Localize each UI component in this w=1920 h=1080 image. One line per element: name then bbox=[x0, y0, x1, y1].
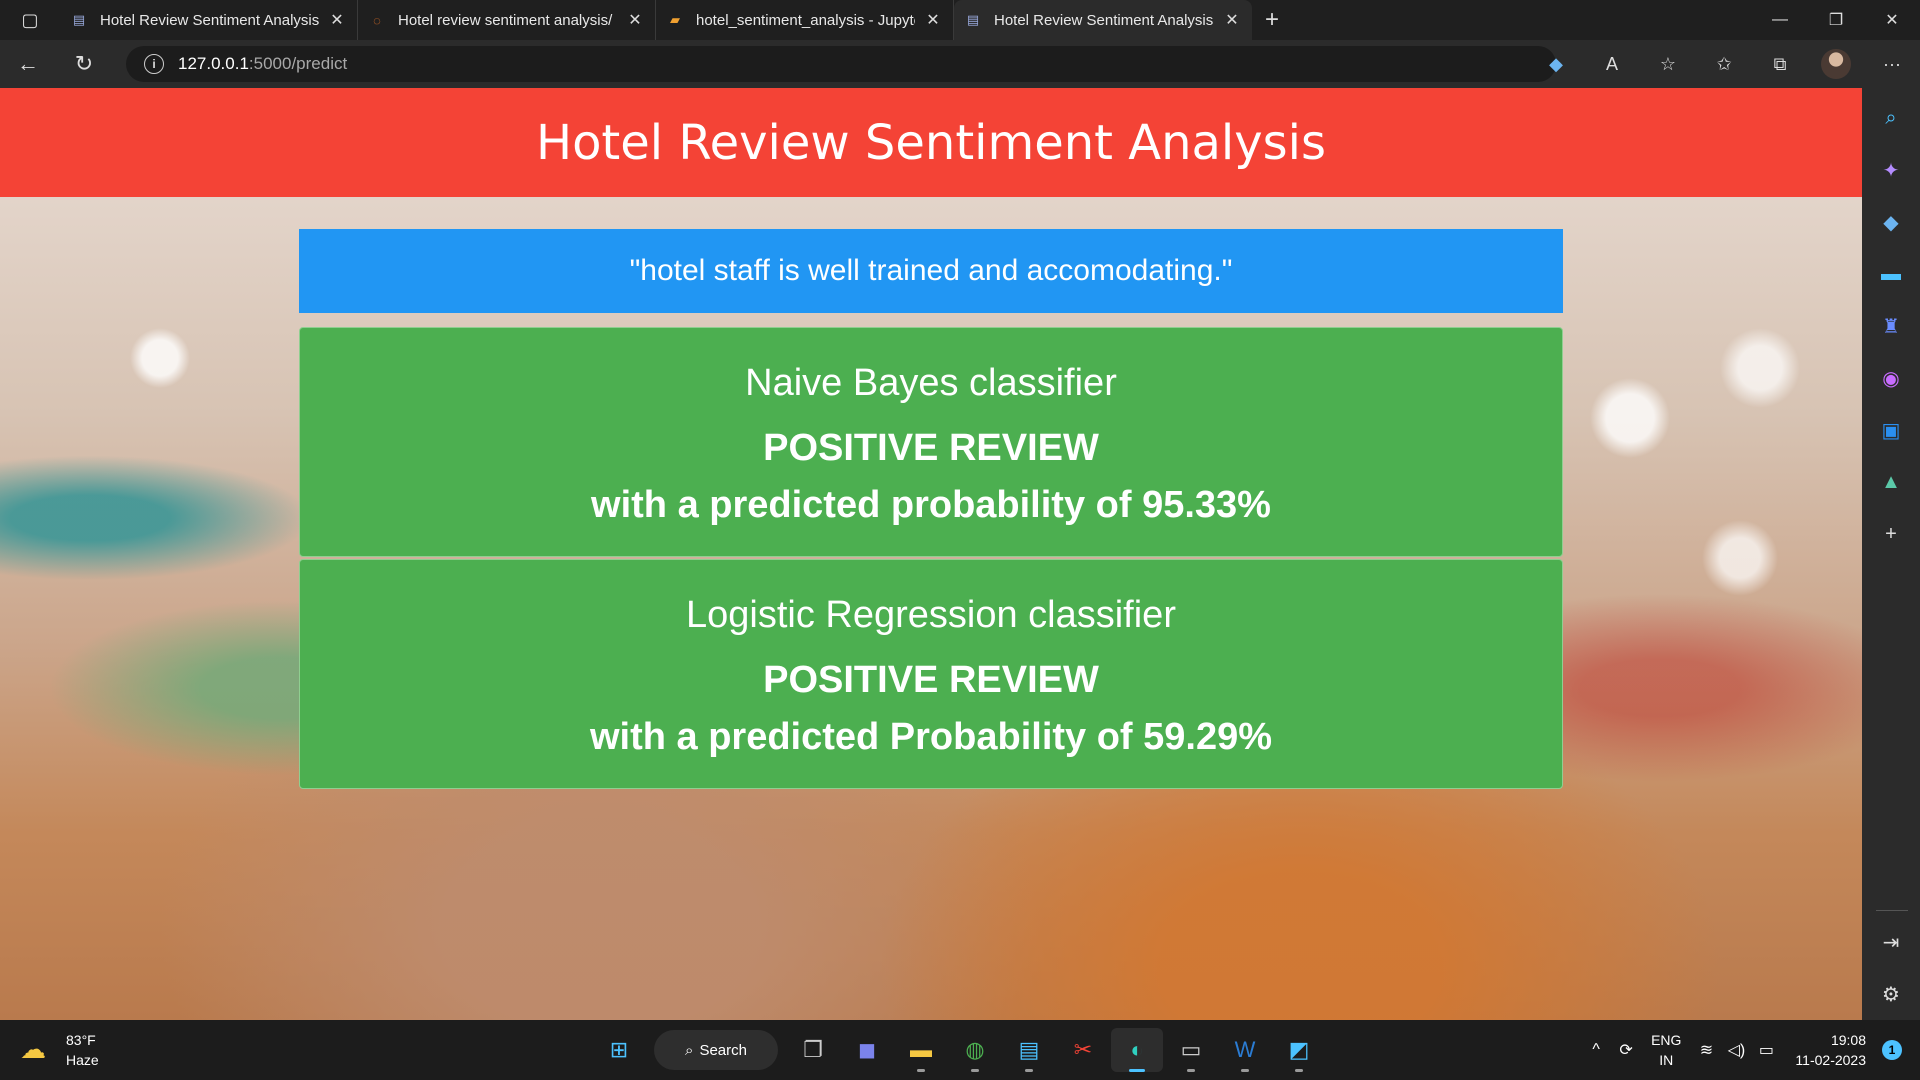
app-icon: ▤ bbox=[966, 12, 980, 27]
jupyter-icon: ◌ bbox=[373, 12, 381, 28]
terminal-icon[interactable]: ▭ bbox=[1165, 1028, 1217, 1072]
sidebar-divider bbox=[1876, 910, 1908, 911]
shopping-tag-icon[interactable]: ◆ bbox=[1528, 40, 1584, 88]
tab-1[interactable]: ▤ Hotel Review Sentiment Analysis ✕ bbox=[60, 0, 358, 40]
weather-condition: Haze bbox=[66, 1052, 99, 1068]
logistic-regression-result-card: Logistic Regression classifier POSITIVE … bbox=[299, 559, 1563, 789]
lang-line-1: ENG bbox=[1651, 1032, 1682, 1048]
review-text: "hotel staff is well trained and accomod… bbox=[299, 229, 1563, 313]
browser-toolbar: ◆ A ☆ ✩ ⧉ ··· bbox=[1528, 40, 1920, 88]
url-path: :5000/predict bbox=[248, 54, 348, 73]
taskbar-apps: ⊞ ⌕ Search ❐ ◼ ▬ ◍ ▤ ✂ ◐ ▭ W ◩ bbox=[592, 1028, 1326, 1072]
sentiment-verdict: POSITIVE REVIEW bbox=[763, 427, 1099, 469]
more-icon[interactable]: ··· bbox=[1864, 40, 1920, 88]
tab-label: hotel_sentiment_analysis - Jupyte bbox=[696, 11, 915, 29]
probability-text: with a predicted probability of 95.33% bbox=[591, 484, 1271, 526]
windows-taskbar: ☁ 83°F Haze ⊞ ⌕ Search ❐ ◼ ▬ ◍ ▤ ✂ ◐ ▭ W … bbox=[0, 1020, 1920, 1080]
read-aloud-icon[interactable]: A bbox=[1584, 40, 1640, 88]
search-icon[interactable]: ⌕ bbox=[1862, 92, 1920, 144]
notification-badge[interactable]: 1 bbox=[1882, 1040, 1902, 1060]
page-viewport: Hotel Review Sentiment Analysis "hotel s… bbox=[0, 88, 1862, 1020]
teams-chat-icon[interactable]: ◼ bbox=[841, 1028, 893, 1072]
info-icon[interactable]: i bbox=[144, 54, 164, 74]
restore-icon[interactable]: ❐ bbox=[1808, 0, 1864, 40]
chrome-icon[interactable]: ◍ bbox=[949, 1028, 1001, 1072]
favorites-icon[interactable]: ✩ bbox=[1696, 40, 1752, 88]
search-icon: ⌕ bbox=[685, 1041, 694, 1059]
outlook-icon[interactable]: ▣ bbox=[1862, 404, 1920, 456]
notepad-icon[interactable]: ▤ bbox=[1003, 1028, 1055, 1072]
taskbar-search-button[interactable]: ⌕ Search bbox=[654, 1030, 778, 1070]
new-tab-icon[interactable]: + bbox=[1252, 0, 1292, 40]
add-favorite-icon[interactable]: ☆ bbox=[1640, 40, 1696, 88]
snipping-tool-icon[interactable]: ✂ bbox=[1057, 1028, 1109, 1072]
page-title: Hotel Review Sentiment Analysis bbox=[0, 88, 1862, 197]
language-indicator[interactable]: ENG IN bbox=[1651, 1030, 1681, 1070]
profile-avatar[interactable] bbox=[1821, 49, 1851, 79]
address-bar-row: ← ↻ i 127.0.0.1:5000/predict ◆ A ☆ ✩ ⧉ ·… bbox=[0, 40, 1920, 88]
shopping-icon[interactable]: ◆ bbox=[1862, 196, 1920, 248]
tools-icon[interactable]: ▬ bbox=[1862, 248, 1920, 300]
url-field[interactable]: i 127.0.0.1:5000/predict bbox=[126, 46, 1556, 82]
copilot-icon[interactable]: ✦ bbox=[1862, 144, 1920, 196]
browser-tab-bar: ▢ ▤ Hotel Review Sentiment Analysis ✕ ◌ … bbox=[0, 0, 1920, 40]
hide-sidebar-icon[interactable]: ⇥ bbox=[1862, 916, 1920, 968]
microsoft365-icon[interactable]: ◉ bbox=[1862, 352, 1920, 404]
clock-date: 11-02-2023 bbox=[1795, 1052, 1866, 1068]
sync-icon[interactable]: ⟳ bbox=[1611, 1040, 1641, 1060]
lang-line-2: IN bbox=[1659, 1052, 1674, 1068]
photos-icon[interactable]: ◩ bbox=[1273, 1028, 1325, 1072]
system-tray: ^ ⟳ ENG IN ≋ ◁) ▭ 19:08 11-02-2023 1 bbox=[1581, 1020, 1920, 1080]
back-icon[interactable]: ← bbox=[0, 40, 56, 88]
add-app-icon[interactable]: + bbox=[1862, 508, 1920, 560]
tab-label: Hotel Review Sentiment Analysis bbox=[100, 11, 319, 29]
clock[interactable]: 19:08 11-02-2023 bbox=[1795, 1030, 1866, 1070]
chevron-up-icon[interactable]: ^ bbox=[1581, 1041, 1611, 1059]
tab-actions-icon[interactable]: ▢ bbox=[0, 0, 60, 40]
weather-icon: ☁ bbox=[20, 1034, 46, 1064]
file-explorer-icon[interactable]: ▬ bbox=[895, 1028, 947, 1072]
wifi-icon[interactable]: ≋ bbox=[1691, 1040, 1721, 1060]
drop-icon[interactable]: ▲ bbox=[1862, 456, 1920, 508]
url-host: 127.0.0.1 bbox=[178, 54, 249, 73]
classifier-name: Logistic Regression classifier bbox=[686, 594, 1176, 636]
weather-widget[interactable]: ☁ 83°F Haze bbox=[20, 1030, 99, 1070]
probability-text: with a predicted Probability of 59.29% bbox=[589, 716, 1273, 758]
refresh-icon[interactable]: ↻ bbox=[56, 40, 112, 88]
sentiment-verdict: POSITIVE REVIEW bbox=[763, 659, 1099, 701]
collections-icon[interactable]: ⧉ bbox=[1752, 40, 1808, 88]
word-icon[interactable]: W bbox=[1219, 1028, 1271, 1072]
start-icon[interactable]: ⊞ bbox=[593, 1028, 645, 1072]
window-controls: — ❐ ✕ bbox=[1752, 0, 1920, 40]
minimize-icon[interactable]: — bbox=[1752, 0, 1808, 40]
settings-icon[interactable]: ⚙ bbox=[1862, 968, 1920, 1020]
volume-icon[interactable]: ◁) bbox=[1721, 1040, 1751, 1060]
weather-temp: 83°F bbox=[66, 1032, 96, 1048]
tab-label: Hotel review sentiment analysis/ bbox=[398, 11, 613, 29]
clock-time: 19:08 bbox=[1830, 1032, 1866, 1048]
edge-icon[interactable]: ◐ bbox=[1111, 1028, 1163, 1072]
tab-4-active[interactable]: ▤ Hotel Review Sentiment Analysis ✕ bbox=[954, 0, 1252, 40]
tab-3[interactable]: ▰ hotel_sentiment_analysis - Jupyte ✕ bbox=[656, 0, 954, 40]
tab-2[interactable]: ◌ Hotel review sentiment analysis/ ✕ bbox=[358, 0, 656, 40]
close-window-icon[interactable]: ✕ bbox=[1864, 0, 1920, 40]
task-view-icon[interactable]: ❐ bbox=[787, 1028, 839, 1072]
app-icon: ▤ bbox=[72, 12, 86, 27]
naive-bayes-result-card: Naive Bayes classifier POSITIVE REVIEW w… bbox=[299, 327, 1563, 557]
close-icon[interactable]: ✕ bbox=[625, 10, 645, 30]
tab-label: Hotel Review Sentiment Analysis bbox=[994, 11, 1214, 29]
edge-sidebar: ⌕ ✦ ◆ ▬ ♜ ◉ ▣ ▲ + ⇥ ⚙ bbox=[1862, 88, 1920, 1020]
notebook-icon: ▰ bbox=[670, 12, 680, 27]
search-label: Search bbox=[699, 1041, 747, 1059]
battery-icon[interactable]: ▭ bbox=[1751, 1040, 1781, 1060]
close-icon[interactable]: ✕ bbox=[327, 10, 347, 30]
close-icon[interactable]: ✕ bbox=[1222, 10, 1242, 30]
classifier-name: Naive Bayes classifier bbox=[745, 362, 1117, 404]
games-icon[interactable]: ♜ bbox=[1862, 300, 1920, 352]
close-icon[interactable]: ✕ bbox=[923, 10, 943, 30]
